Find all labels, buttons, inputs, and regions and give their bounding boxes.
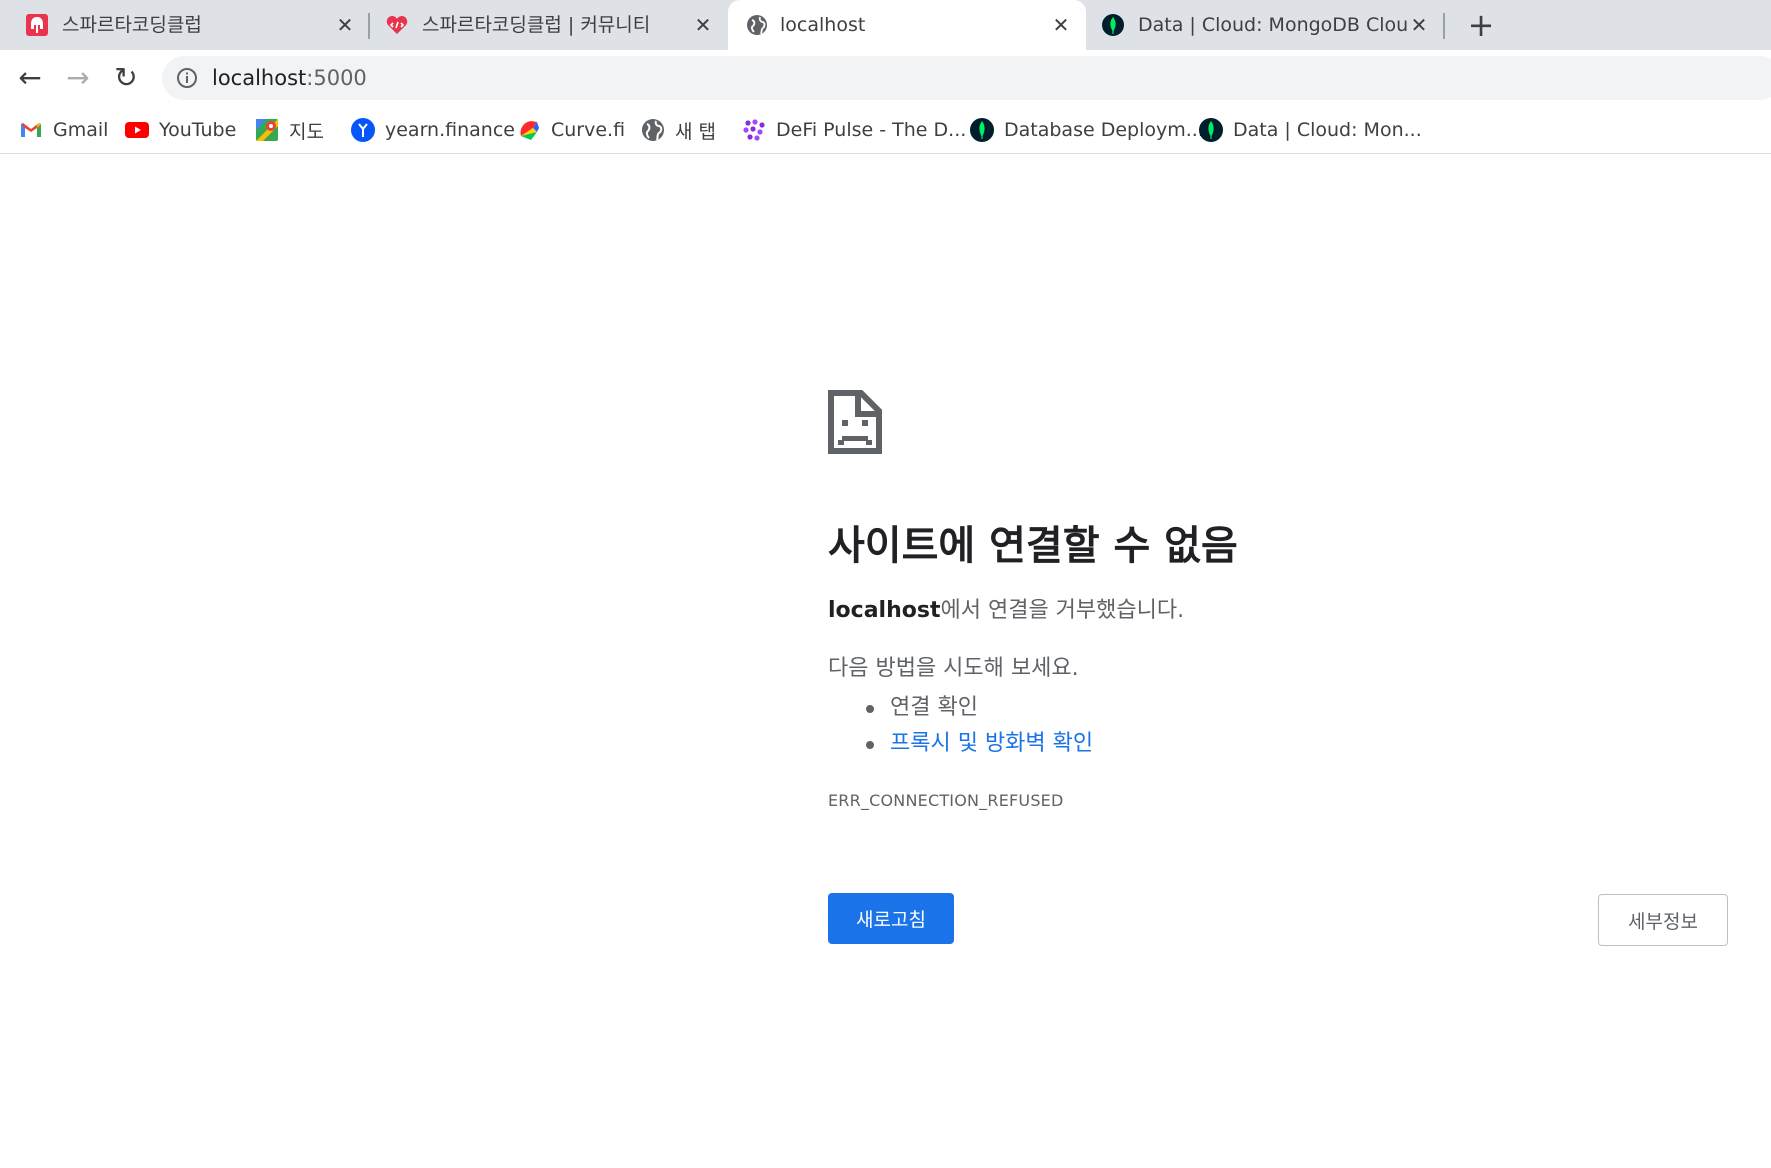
proxy-firewall-link[interactable]: 프록시 및 방화벽 확인 bbox=[890, 731, 1093, 756]
spartan-helmet-icon bbox=[26, 14, 48, 36]
tab-close-button[interactable]: ✕ bbox=[1408, 14, 1430, 36]
bookmark-gmail[interactable]: Gmail bbox=[19, 116, 108, 144]
bookmark-label: DeFi Pulse - The D... bbox=[776, 119, 967, 141]
tab-mongodb-cloud[interactable]: Data | Cloud: MongoDB Cloud ✕ bbox=[1086, 0, 1444, 50]
bookmark-new-tab[interactable]: 새 탭 bbox=[641, 116, 716, 144]
tab-title: 스파르타코딩클럽 bbox=[62, 14, 202, 36]
bookmark-label: yearn.finance bbox=[385, 119, 515, 141]
defi-pulse-icon bbox=[743, 119, 765, 141]
tab-spartacoding[interactable]: 스파르타코딩클럽 ✕ bbox=[0, 0, 370, 50]
error-description-text: 에서 연결을 거부했습니다. bbox=[940, 598, 1185, 623]
maps-icon bbox=[256, 119, 278, 141]
browser-toolbar: ← → ↻ localhost:5000 bbox=[0, 50, 1771, 106]
forward-button[interactable]: → bbox=[60, 60, 96, 96]
address-bar[interactable]: localhost:5000 bbox=[162, 56, 1771, 100]
suggestion-check-proxy: 프록시 및 방화벽 확인 bbox=[828, 726, 1093, 762]
tab-title: 스파르타코딩클럽 | 커뮤니티 bbox=[422, 14, 651, 36]
url-host: localhost bbox=[212, 66, 307, 90]
error-description: localhost에서 연결을 거부했습니다. bbox=[828, 596, 1184, 626]
url-text[interactable]: localhost:5000 bbox=[212, 66, 367, 90]
bookmark-label: Data | Cloud: Mon... bbox=[1233, 119, 1422, 141]
mongodb-leaf-icon bbox=[1199, 118, 1223, 142]
bookmark-curve[interactable]: Curve.fi bbox=[517, 116, 625, 144]
bookmark-youtube[interactable]: YouTube bbox=[125, 116, 236, 144]
yearn-icon bbox=[351, 118, 375, 142]
youtube-icon bbox=[125, 122, 149, 138]
error-title: 사이트에 연결할 수 없음 bbox=[828, 523, 1238, 569]
site-info-icon[interactable] bbox=[176, 67, 198, 89]
mongodb-leaf-icon bbox=[1102, 14, 1124, 36]
tab-close-button[interactable]: ✕ bbox=[1050, 14, 1072, 36]
bookmark-maps[interactable]: 지도 bbox=[255, 116, 324, 144]
curve-icon bbox=[520, 121, 539, 140]
tab-title: Data | Cloud: MongoDB Cloud bbox=[1138, 14, 1408, 36]
bookmark-label: Database Deploym... bbox=[1004, 119, 1204, 141]
new-tab-button[interactable]: + bbox=[1464, 8, 1498, 42]
bookmark-defi-pulse[interactable]: DeFi Pulse - The D... bbox=[742, 116, 966, 144]
bookmark-yearn[interactable]: yearn.finance bbox=[351, 116, 515, 144]
bookmarks-bar: Gmail YouTube 지도 yearn.finance Curve.fi … bbox=[0, 106, 1771, 154]
suggestions-list: 연결 확인 프록시 및 방화벽 확인 bbox=[828, 690, 1093, 762]
sad-document-icon bbox=[828, 390, 882, 454]
gmail-icon bbox=[21, 123, 41, 137]
suggestions-heading: 다음 방법을 시도해 보세요. bbox=[828, 656, 1079, 681]
back-button[interactable]: ← bbox=[12, 60, 48, 96]
globe-icon bbox=[747, 15, 767, 35]
reload-button[interactable]: ↻ bbox=[108, 60, 144, 96]
suggestion-check-connection: 연결 확인 bbox=[828, 690, 1093, 726]
details-button[interactable]: 세부정보 bbox=[1598, 894, 1728, 946]
bookmark-label: YouTube bbox=[159, 119, 237, 141]
globe-icon bbox=[642, 119, 664, 141]
error-code: ERR_CONNECTION_REFUSED bbox=[828, 791, 1064, 810]
tab-title: localhost bbox=[780, 14, 866, 36]
bookmark-database-deployments[interactable]: Database Deploym... bbox=[970, 116, 1204, 144]
bookmark-label: Curve.fi bbox=[551, 119, 626, 141]
tab-strip: 스파르타코딩클럽 ✕ 스파르타코딩클럽 | 커뮤니티 ✕ localhost ✕… bbox=[0, 0, 1771, 50]
tab-close-button[interactable]: ✕ bbox=[334, 14, 356, 36]
tab-separator bbox=[1443, 13, 1445, 39]
bookmark-label: 새 탭 bbox=[675, 120, 716, 143]
code-heart-icon bbox=[386, 16, 408, 34]
bookmark-label: Gmail bbox=[53, 119, 109, 141]
bookmark-mongodb-cloud[interactable]: Data | Cloud: Mon... bbox=[1199, 116, 1422, 144]
url-port: :5000 bbox=[306, 66, 367, 90]
reload-page-button[interactable]: 새로고침 bbox=[828, 893, 954, 944]
suggestion-label: 연결 확인 bbox=[890, 695, 978, 720]
tab-spartacoding-community[interactable]: 스파르타코딩클럽 | 커뮤니티 ✕ bbox=[370, 0, 728, 50]
error-host: localhost bbox=[828, 598, 941, 623]
tab-close-button[interactable]: ✕ bbox=[692, 14, 714, 36]
bookmark-label: 지도 bbox=[289, 120, 324, 143]
mongodb-leaf-icon bbox=[970, 118, 994, 142]
tab-localhost[interactable]: localhost ✕ bbox=[728, 0, 1086, 50]
